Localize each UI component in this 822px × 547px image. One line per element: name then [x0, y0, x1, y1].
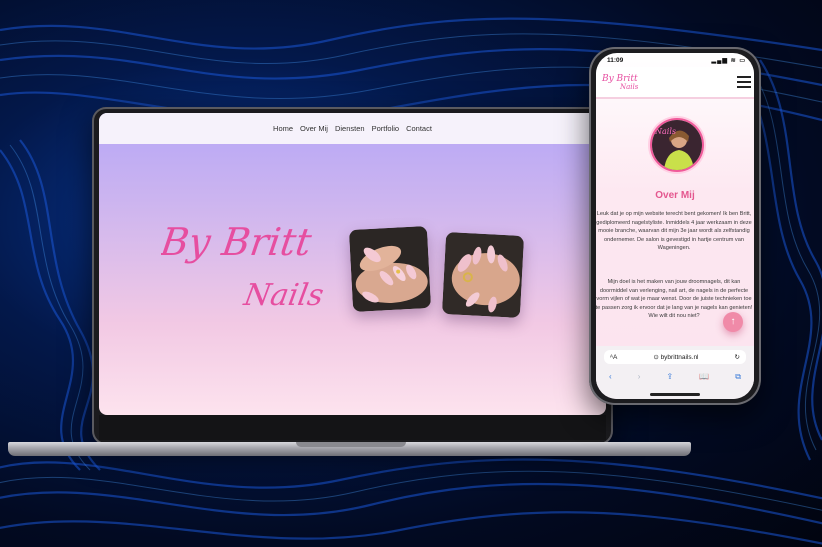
phone-header: By Britt Nails — [596, 67, 754, 99]
bookmarks-icon[interactable]: 📖 — [699, 372, 709, 384]
laptop-opening-notch — [296, 442, 406, 447]
phone-logo[interactable]: By Britt Nails — [600, 70, 640, 92]
scroll-to-top-button[interactable]: ↑ — [723, 312, 743, 332]
nav-portfolio[interactable]: Portfolio — [372, 124, 400, 133]
nav-home[interactable]: Home — [273, 124, 293, 133]
safari-bottom-bar: ᴬA ⊙ bybrittnails.nl ↻ ‹ › ⇪ 📖 ⧉ — [596, 346, 754, 399]
nav-diensten[interactable]: Diensten — [335, 124, 365, 133]
avatar-neon-sign: Nails — [654, 127, 676, 136]
laptop-navbar: Home Over Mij Diensten Portfolio Contact — [99, 113, 606, 144]
tabs-icon[interactable]: ⧉ — [735, 372, 741, 384]
nav-over-mij[interactable]: Over Mij — [300, 124, 328, 133]
home-indicator — [650, 393, 700, 396]
laptop-website-screen: Home Over Mij Diensten Portfolio Contact… — [99, 113, 606, 415]
about-paragraph-1: Leuk dat je op mijn website terecht bent… — [596, 211, 752, 252]
nails-photo-2 — [441, 232, 525, 318]
logo-line-1: By Britt — [161, 221, 315, 265]
phone-logo-line-2: Nails — [619, 83, 639, 91]
status-time: 11:09 — [607, 57, 624, 64]
reader-text-size-icon[interactable]: ᴬA — [610, 354, 617, 361]
by-britt-nails-logo: By Britt Nails — [161, 221, 326, 313]
nails-photo-1 — [348, 226, 432, 312]
status-bar: 11:09 ▂▄▆ ≋ ▭ — [596, 53, 754, 67]
url-text: ⊙ bybrittnails.nl — [653, 354, 699, 361]
reload-icon[interactable]: ↻ — [735, 353, 740, 361]
nav-contact[interactable]: Contact — [406, 124, 432, 133]
forward-icon[interactable]: › — [638, 372, 641, 384]
share-icon[interactable]: ⇪ — [666, 372, 673, 384]
phone-website-screen: 11:09 ▂▄▆ ≋ ▭ By Britt Nails Nails Over … — [596, 53, 754, 399]
arrow-up-icon: ↑ — [730, 316, 736, 327]
back-icon[interactable]: ‹ — [609, 372, 612, 384]
logo-line-2: Nails — [240, 278, 326, 313]
section-title-over-mij: Over Mij — [655, 190, 695, 201]
safari-toolbar: ‹ › ⇪ 📖 ⧉ — [596, 372, 754, 384]
laptop-bezel — [99, 415, 606, 440]
status-icons: ▂▄▆ ≋ ▭ — [711, 58, 746, 64]
hamburger-menu-icon[interactable] — [737, 76, 751, 88]
avatar: Nails — [650, 118, 704, 172]
address-bar[interactable]: ᴬA ⊙ bybrittnails.nl ↻ — [604, 350, 746, 364]
